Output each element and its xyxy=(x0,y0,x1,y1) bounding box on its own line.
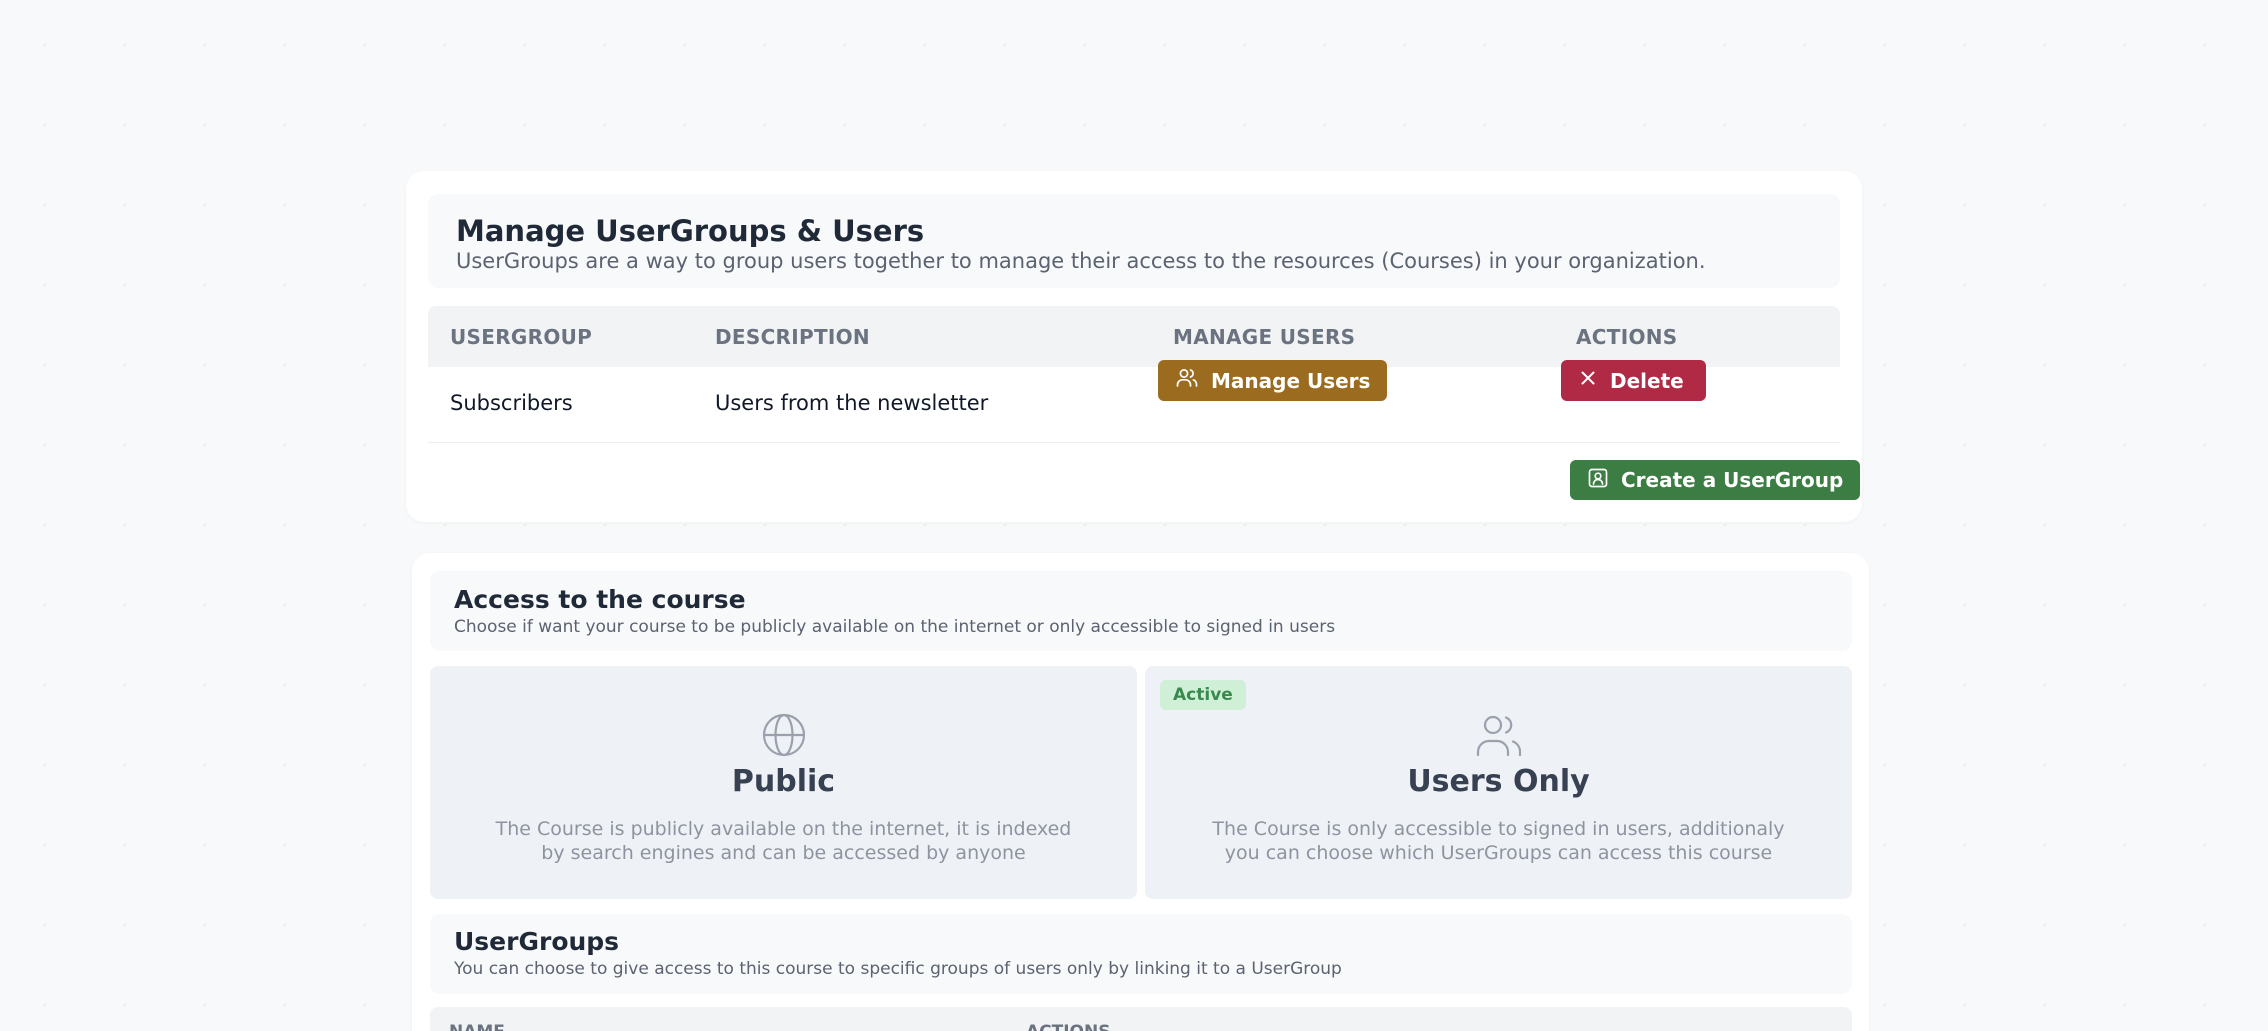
active-badge: Active xyxy=(1160,680,1246,710)
create-usergroup-label: Create a UserGroup xyxy=(1621,468,1844,492)
manage-users-label: Manage Users xyxy=(1211,368,1371,393)
course-usergroups-description: You can choose to give access to this co… xyxy=(454,959,1342,979)
public-option[interactable]: Public The Course is publicly available … xyxy=(430,666,1137,899)
close-icon xyxy=(1578,368,1598,393)
access-title: Access to the course xyxy=(454,585,746,614)
access-header: Access to the course Choose if want your… xyxy=(430,571,1852,651)
column-header-description: DESCRIPTION xyxy=(715,325,870,349)
public-option-title: Public xyxy=(731,764,836,799)
course-usergroups-title: UserGroups xyxy=(454,927,620,956)
course-access-card: Access to the course Choose if want your… xyxy=(412,553,1869,1031)
usergroups-card: Manage UserGroups & Users UserGroups are… xyxy=(406,171,1862,522)
create-usergroup-button[interactable]: Create a UserGroup xyxy=(1570,460,1861,500)
usergroup-name-cell: Subscribers xyxy=(450,391,573,415)
course-usergroups-header: UserGroups You can choose to give access… xyxy=(430,914,1852,994)
users-icon xyxy=(1175,366,1199,395)
manage-users-button[interactable]: Manage Users xyxy=(1158,360,1388,401)
column-header-actions: ACTIONS xyxy=(1026,1022,1110,1031)
users-icon xyxy=(1475,712,1523,762)
access-description: Choose if want your course to be publicl… xyxy=(454,617,1336,637)
public-option-description: The Course is publicly available on the … xyxy=(495,818,1072,864)
column-header-manage-users: MANAGE USERS xyxy=(1173,325,1356,349)
delete-label: Delete xyxy=(1610,368,1684,393)
users-only-option-description: The Course is only accessible to signed … xyxy=(1212,818,1785,864)
usergroups-header: Manage UserGroups & Users UserGroups are… xyxy=(428,194,1840,288)
column-header-actions: ACTIONS xyxy=(1576,325,1678,349)
user-square-icon xyxy=(1587,467,1609,494)
delete-button[interactable]: Delete xyxy=(1561,360,1706,401)
usergroups-table-header: USERGROUP DESCRIPTION MANAGE USERS ACTIO… xyxy=(428,306,1840,367)
globe-icon xyxy=(761,712,807,762)
users-only-option-title: Users Only xyxy=(1407,764,1590,799)
usergroup-description-cell: Users from the newsletter xyxy=(715,391,989,415)
column-header-usergroup: USERGROUP xyxy=(450,325,593,349)
page-description: UserGroups are a way to group users toge… xyxy=(456,249,1706,273)
users-only-option[interactable]: Active Users Only The Course is only acc… xyxy=(1145,666,1852,899)
course-usergroups-table-header: NAME ACTIONS xyxy=(430,1007,1852,1031)
column-header-name: NAME xyxy=(449,1022,505,1031)
page-title: Manage UserGroups & Users xyxy=(456,214,925,248)
